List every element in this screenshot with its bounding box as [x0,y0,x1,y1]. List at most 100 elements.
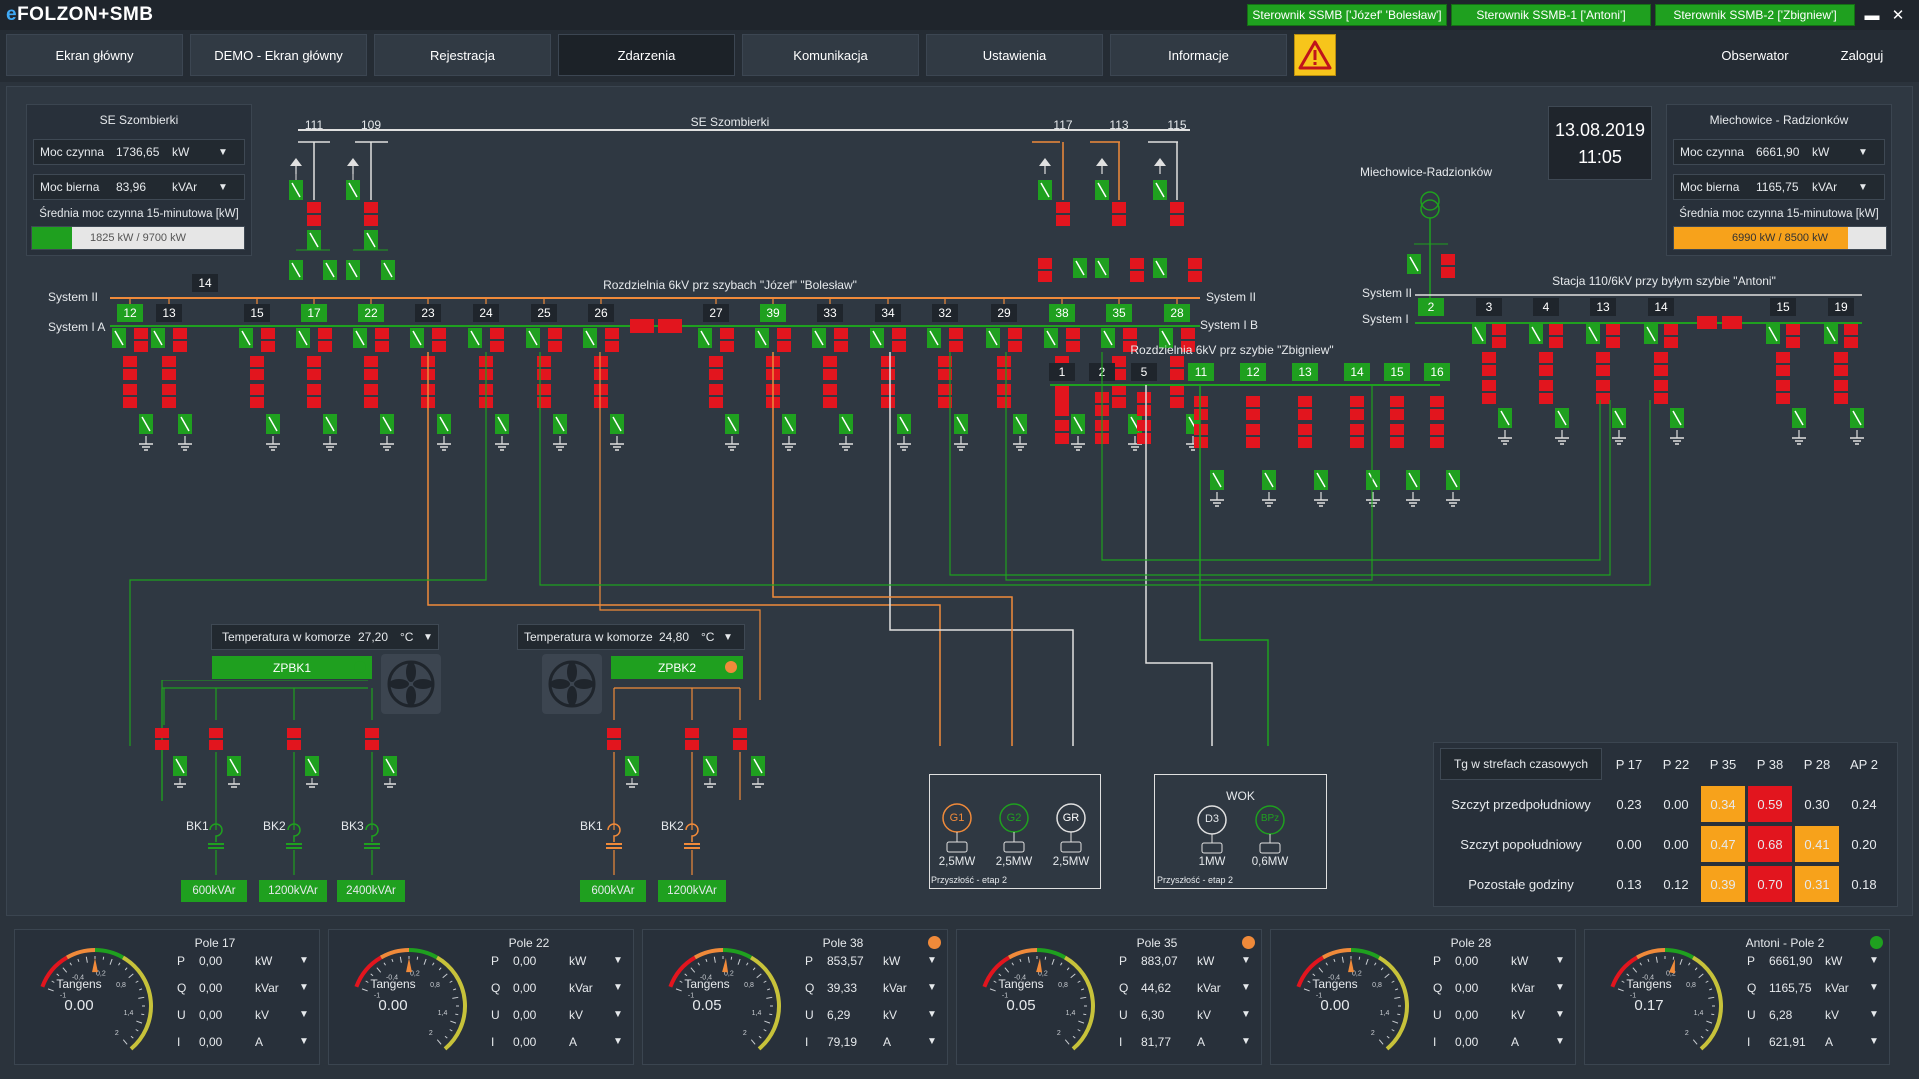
minimize-icon[interactable]: ▬ [1861,4,1883,26]
chevron-down-icon[interactable]: ▼ [1869,1009,1879,1020]
chevron-down-icon[interactable]: ▼ [1241,982,1251,993]
measure-unit-select[interactable]: kV [1511,1008,1525,1022]
measure-unit-select[interactable]: kW [569,954,586,968]
zpbk1-label: ZPBK1 [212,656,372,679]
measure-unit-select[interactable]: kV [1197,1008,1211,1022]
nav-komunikacja[interactable]: Komunikacja [742,34,919,76]
chevron-down-icon[interactable]: ▼ [927,982,937,993]
status-dot [1242,936,1255,949]
chevron-down-icon[interactable]: ▼ [1869,955,1879,966]
chevron-down-icon[interactable]: ▼ [1241,1009,1251,1020]
chevron-down-icon[interactable]: ▼ [1555,982,1565,993]
measure-unit-select[interactable]: kVar [1825,981,1849,995]
measure-unit-select[interactable]: A [1197,1035,1205,1049]
dial-scale-label: 2 [1685,1030,1689,1037]
measure-label: P [177,954,186,968]
chevron-down-icon[interactable]: ▼ [927,1009,937,1020]
chamber2-temp-select[interactable]: Temperatura w komorze 24,80 °C ▼ [517,624,745,650]
tg-cell: 0.00 [1616,836,1642,852]
login-button[interactable]: Zaloguj [1812,34,1912,76]
chevron-down-icon[interactable]: ▼ [1241,1036,1251,1047]
chevron-down-icon[interactable]: ▼ [613,1036,623,1047]
nav-zdarzenia[interactable]: Zdarzenia [558,34,735,76]
chevron-down-icon[interactable]: ▼ [1555,955,1565,966]
measure-unit-select[interactable]: A [1825,1035,1833,1049]
bay-label: 38 [1055,306,1069,320]
measure-value: 6,28 [1769,1008,1793,1022]
measure-unit-select[interactable]: kW [883,954,900,968]
chevron-down-icon[interactable]: ▼ [1555,1036,1565,1047]
feeder-column-117 [1037,142,1088,282]
tangens-value: 0.05 [1006,997,1035,1014]
bank-label-bk1: BK1 [186,819,209,833]
nav-ekran-glowny[interactable]: Ekran główny [6,34,183,76]
nav-informacje[interactable]: Informacje [1110,34,1287,76]
chevron-down-icon[interactable]: ▼ [1869,982,1879,993]
status-dot [1870,936,1883,949]
bay-label: 12 [1246,365,1260,379]
measure-unit-select[interactable]: A [255,1035,263,1049]
chevron-down-icon[interactable]: ▼ [613,1009,623,1020]
nav-ustawienia[interactable]: Ustawienia [926,34,1103,76]
tg-cell: 0.12 [1663,876,1689,892]
chevron-down-icon[interactable]: ▼ [299,955,309,966]
measure-unit-select[interactable]: kVar [569,981,593,995]
tangens-value: 0.17 [1634,997,1663,1014]
controller-button-jozef[interactable]: Sterownik SSMB ['Józef' 'Bolesław'] [1247,4,1447,26]
controller-button-antoni[interactable]: Sterownik SSMB-1 ['Antoni'] [1451,4,1651,26]
tg-cell: 0.68 [1748,826,1792,862]
chevron-down-icon[interactable]: ▼ [299,1009,309,1020]
measure-value: 39,33 [827,981,858,995]
bay-label: 22 [364,306,378,320]
measure-label: U [1433,1008,1442,1022]
dial-scale-label: 2 [1057,1030,1061,1037]
tg-cell: 0.13 [1616,876,1642,892]
nav-rejestracja[interactable]: Rejestracja [374,34,551,76]
system-ii-label: System II [48,290,98,304]
measure-unit-select[interactable]: kVar [883,981,907,995]
dial-scale-label: 1,4 [752,1010,762,1017]
measure-unit-select[interactable]: kW [1825,954,1842,968]
measure-label: Q [805,981,815,995]
measure-unit-select[interactable]: kV [569,1008,583,1022]
chevron-down-icon[interactable]: ▼ [927,1036,937,1047]
bay-label: 34 [881,306,895,320]
chevron-down-icon[interactable]: ▼ [613,955,623,966]
measure-value: 853,57 [827,954,864,968]
measure-value: 6661,90 [1769,954,1813,968]
chevron-down-icon[interactable]: ▼ [1869,1036,1879,1047]
chamber1-temp-select[interactable]: Temperatura w komorze 27,20 °C ▼ [211,624,439,650]
measure-value: 0,00 [513,1035,537,1049]
measure-unit-select[interactable]: kVar [1197,981,1221,995]
measure-unit-select[interactable]: kV [255,1008,269,1022]
chevron-down-icon[interactable]: ▼ [299,1036,309,1047]
measure-unit-select[interactable]: kVar [1511,981,1535,995]
measure-unit-select[interactable]: kVar [255,981,279,995]
chevron-down-icon[interactable]: ▼ [613,982,623,993]
measure-unit-select[interactable]: A [569,1035,577,1049]
alarm-button[interactable] [1294,34,1336,76]
bay-label: 13 [1596,300,1610,314]
measure-unit-select[interactable]: A [1511,1035,1519,1049]
chevron-down-icon[interactable]: ▼ [1241,955,1251,966]
chevron-down-icon[interactable]: ▼ [927,955,937,966]
measure-unit-select[interactable]: kV [1825,1008,1839,1022]
nav-demo-ekran-glowny[interactable]: DEMO - Ekran główny [190,34,367,76]
tangens-dial: -1-0,40,20,81,42Tangens0.17 [1610,948,1723,1051]
measure-label: Q [177,981,187,995]
dial-scale-label: 0,8 [1686,982,1696,989]
close-icon[interactable]: ✕ [1887,4,1909,26]
controller-button-zbigniew[interactable]: Sterownik SSMB-2 ['Zbigniew'] [1655,4,1855,26]
measure-unit-select[interactable]: kV [883,1008,897,1022]
measure-unit-select[interactable]: kW [1197,954,1214,968]
gauge-title: Antoni - Pole 2 [1745,936,1825,950]
system-ii-label-right: System II [1206,290,1256,304]
wok-bpz-label: BPz [1260,813,1280,824]
bay-label: 33 [823,306,837,320]
measure-unit-select[interactable]: kW [1511,954,1528,968]
gauge-panel: -1 -0,4 0,2 0,8 1,4 2 Tangens 0.00 Pole 17 P 0,00 k… [14,929,320,1065]
measure-unit-select[interactable]: A [883,1035,891,1049]
measure-unit-select[interactable]: kW [255,954,272,968]
chevron-down-icon[interactable]: ▼ [1555,1009,1565,1020]
chevron-down-icon[interactable]: ▼ [299,982,309,993]
